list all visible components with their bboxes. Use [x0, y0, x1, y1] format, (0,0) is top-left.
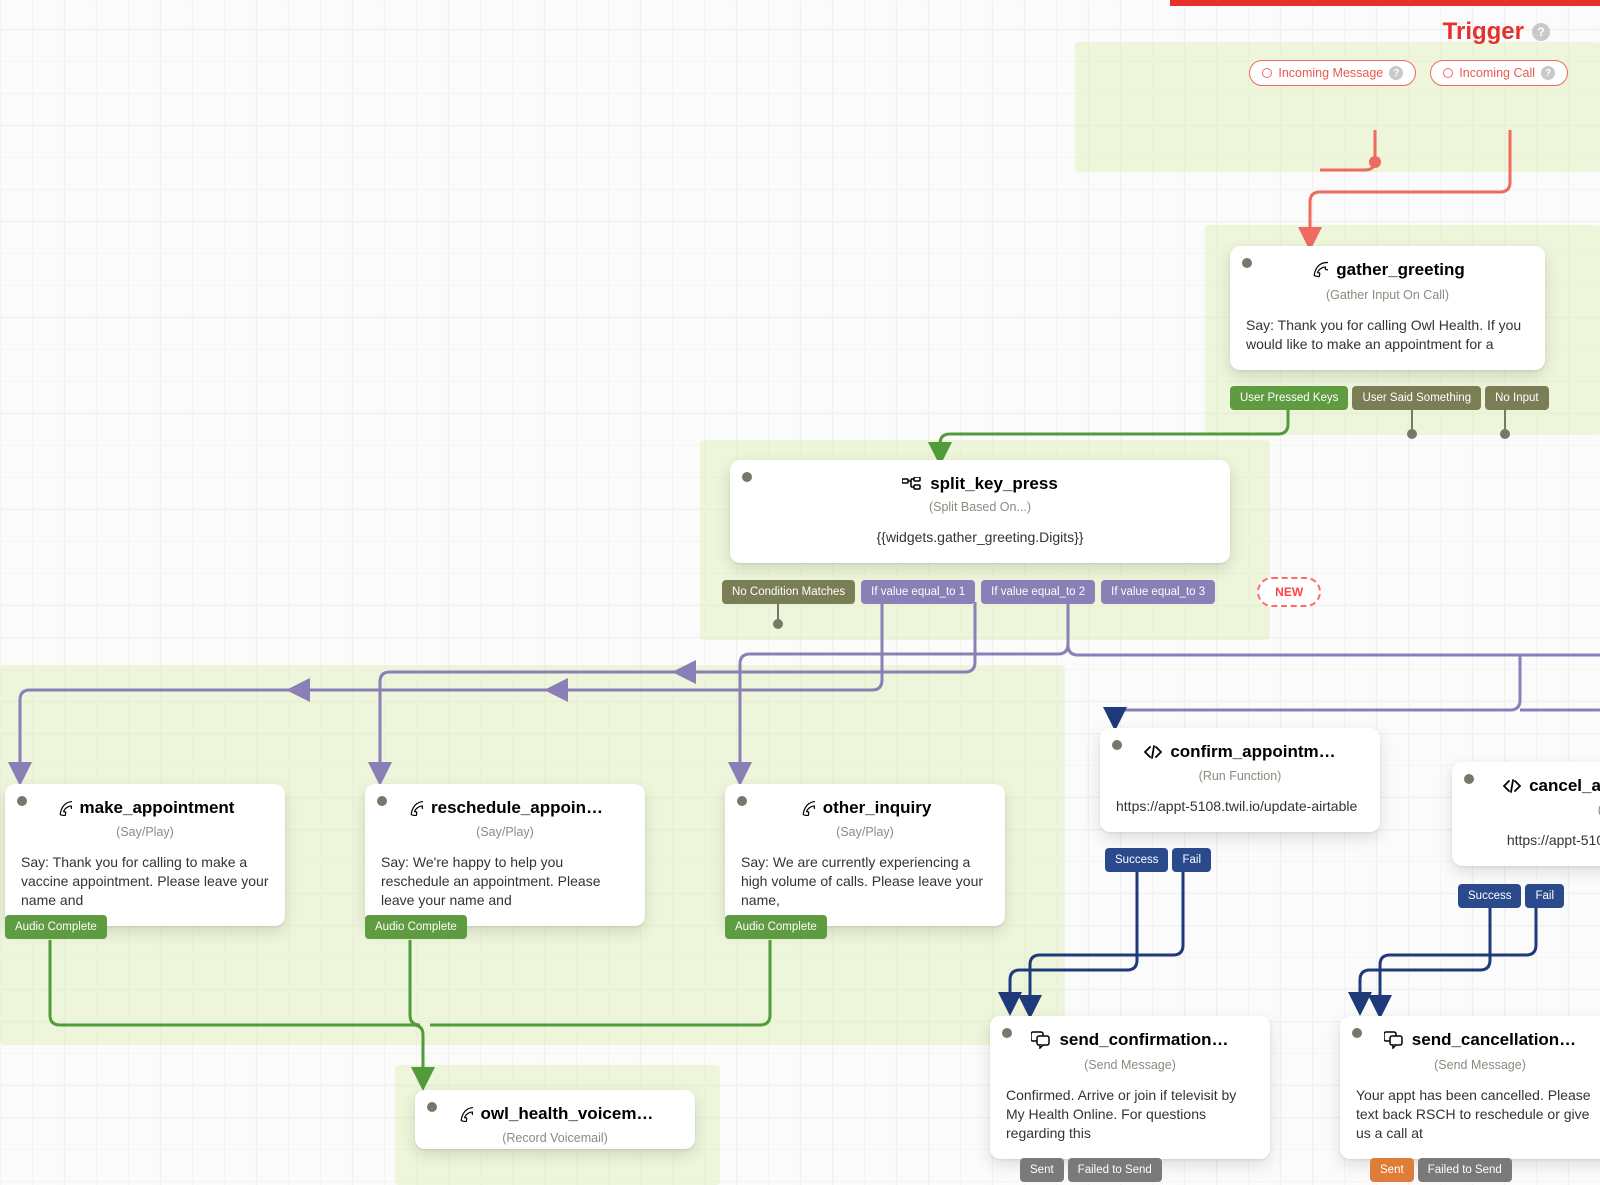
- phone-icon: [457, 1106, 473, 1122]
- node-split-key-press[interactable]: split_key_press (Split Based On...) {{wi…: [730, 460, 1230, 563]
- node-reschedule-appointment[interactable]: reschedule_appoin… (Say/Play) Say: We're…: [365, 784, 645, 926]
- anchor-dot[interactable]: [17, 796, 27, 806]
- output-sent[interactable]: Sent: [1370, 1158, 1414, 1182]
- help-icon[interactable]: ?: [1541, 66, 1555, 80]
- node-subtitle: (Gather Input On Call): [1246, 288, 1529, 302]
- output-no-input[interactable]: No Input: [1485, 386, 1548, 410]
- phone-icon: [56, 800, 72, 816]
- output-no-condition[interactable]: No Condition Matches: [722, 580, 855, 604]
- output-eq-3[interactable]: If value equal_to 3: [1101, 580, 1215, 604]
- output-row: Audio Complete: [365, 915, 467, 939]
- message-icon: [1031, 1031, 1051, 1049]
- node-body: https://appt-5108.twil: [1452, 821, 1600, 866]
- trigger-panel[interactable]: Trigger ? Incoming Message ? Incoming Ca…: [1170, 0, 1600, 86]
- code-icon: [1503, 778, 1521, 794]
- output-sent[interactable]: Sent: [1020, 1158, 1064, 1182]
- node-body: Confirmed. Arrive or join if televisit b…: [990, 1076, 1270, 1159]
- anchor-dot[interactable]: [742, 472, 752, 482]
- node-gather-greeting[interactable]: gather_greeting (Gather Input On Call) S…: [1230, 246, 1545, 370]
- trigger-title: Trigger ?: [1443, 18, 1600, 46]
- node-send-cancellation[interactable]: send_cancellation… (Send Message) Your a…: [1340, 1016, 1600, 1159]
- output-failed-send[interactable]: Failed to Send: [1418, 1158, 1512, 1182]
- output-row: Audio Complete: [5, 915, 107, 939]
- node-confirm-appointment[interactable]: confirm_appointm… (Run Function) https:/…: [1100, 728, 1380, 832]
- output-audio-complete[interactable]: Audio Complete: [725, 915, 827, 939]
- output-row-gather: User Pressed Keys User Said Something No…: [1230, 386, 1549, 410]
- output-failed-send[interactable]: Failed to Send: [1068, 1158, 1162, 1182]
- node-subtitle: (Send Message): [1356, 1058, 1600, 1072]
- output-audio-complete[interactable]: Audio Complete: [5, 915, 107, 939]
- output-user-pressed-keys[interactable]: User Pressed Keys: [1230, 386, 1348, 410]
- phone-icon: [1310, 261, 1328, 279]
- node-make-appointment[interactable]: make_appointment (Say/Play) Say: Thank y…: [5, 784, 285, 926]
- output-row: Audio Complete: [725, 915, 827, 939]
- node-send-confirmation[interactable]: send_confirmation… (Send Message) Confir…: [990, 1016, 1270, 1159]
- output-row: Success Fail: [1105, 848, 1211, 872]
- output-success[interactable]: Success: [1105, 848, 1168, 872]
- phone-icon: [407, 800, 423, 816]
- anchor-dot[interactable]: [1464, 774, 1474, 784]
- ring-icon: [1262, 68, 1272, 78]
- anchor-dot[interactable]: [1242, 258, 1252, 268]
- node-owl-health-voicemail[interactable]: owl_health_voicem… (Record Voicemail): [415, 1090, 695, 1149]
- node-body: Say: We are currently experiencing a hig…: [725, 843, 1005, 926]
- node-subtitle: (Run F: [1468, 803, 1600, 817]
- node-subtitle: (Send Message): [1006, 1058, 1254, 1072]
- output-eq-1[interactable]: If value equal_to 1: [861, 580, 975, 604]
- node-body: Say: Thank you for calling to make a vac…: [5, 843, 285, 926]
- anchor-dot[interactable]: [737, 796, 747, 806]
- anchor-dot[interactable]: [1002, 1028, 1012, 1038]
- node-body: Say: Thank you for calling Owl Health. I…: [1230, 306, 1545, 370]
- node-body: Your appt has been cancelled. Please tex…: [1340, 1076, 1600, 1159]
- help-icon[interactable]: ?: [1532, 23, 1550, 41]
- output-row: Sent Failed to Send: [1370, 1158, 1512, 1182]
- output-row-split: No Condition Matches If value equal_to 1…: [722, 577, 1321, 607]
- node-cancel-appointment[interactable]: cancel_a (Run F https://appt-5108.twil: [1452, 762, 1600, 866]
- output-fail[interactable]: Fail: [1172, 848, 1211, 872]
- code-icon: [1144, 744, 1162, 760]
- message-icon: [1384, 1031, 1404, 1049]
- node-other-inquiry[interactable]: other_inquiry (Say/Play) Say: We are cur…: [725, 784, 1005, 926]
- node-subtitle: (Say/Play): [741, 825, 989, 839]
- node-subtitle: (Split Based On...): [746, 500, 1214, 514]
- output-eq-2[interactable]: If value equal_to 2: [981, 580, 1095, 604]
- node-body: Say: We're happy to help you reschedule …: [365, 843, 645, 926]
- trigger-pill-incoming-call[interactable]: Incoming Call ?: [1430, 60, 1568, 86]
- anchor-dot[interactable]: [1112, 740, 1122, 750]
- node-subtitle: (Record Voicemail): [431, 1131, 679, 1145]
- anchor-dot[interactable]: [1352, 1028, 1362, 1038]
- new-condition-button[interactable]: NEW: [1257, 577, 1321, 607]
- output-user-said-something[interactable]: User Said Something: [1352, 386, 1481, 410]
- ring-icon: [1443, 68, 1453, 78]
- phone-icon: [799, 800, 815, 816]
- split-icon: [902, 477, 922, 491]
- node-subtitle: (Say/Play): [381, 825, 629, 839]
- anchor-dot[interactable]: [427, 1102, 437, 1112]
- help-icon[interactable]: ?: [1389, 66, 1403, 80]
- node-body: https://appt-5108.twil.io/update-airtabl…: [1100, 787, 1380, 832]
- node-subtitle: (Run Function): [1116, 769, 1364, 783]
- anchor-dot[interactable]: [377, 796, 387, 806]
- output-success[interactable]: Success: [1458, 884, 1521, 908]
- output-row: Success Fail: [1458, 884, 1564, 908]
- output-row: Sent Failed to Send: [1020, 1158, 1162, 1182]
- node-subtitle: (Say/Play): [21, 825, 269, 839]
- output-fail[interactable]: Fail: [1525, 884, 1564, 908]
- trigger-pill-incoming-message[interactable]: Incoming Message ?: [1249, 60, 1416, 86]
- node-body: {{widgets.gather_greeting.Digits}}: [730, 518, 1230, 563]
- output-audio-complete[interactable]: Audio Complete: [365, 915, 467, 939]
